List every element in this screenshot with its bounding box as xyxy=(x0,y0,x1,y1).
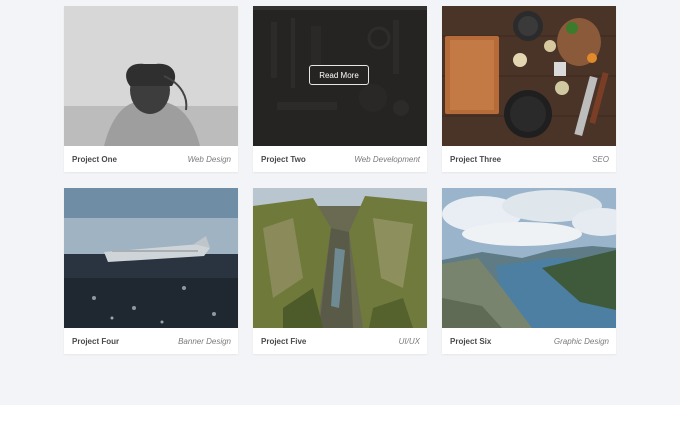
project-thumbnail[interactable] xyxy=(253,188,427,328)
project-category[interactable]: Graphic Design xyxy=(554,337,609,346)
card-caption: Project Six Graphic Design xyxy=(442,328,616,354)
card-caption: Project Three SEO xyxy=(442,146,616,172)
project-category[interactable]: UI/UX xyxy=(399,337,420,346)
read-more-button[interactable]: Read More xyxy=(309,65,369,85)
fjord-photo xyxy=(442,188,616,328)
project-title[interactable]: Project Six xyxy=(450,337,491,346)
project-title[interactable]: Project Four xyxy=(72,337,119,346)
project-thumbnail[interactable]: Read More xyxy=(253,6,427,146)
project-thumbnail[interactable] xyxy=(64,188,238,328)
project-category[interactable]: SEO xyxy=(592,155,609,164)
project-thumbnail[interactable] xyxy=(442,188,616,328)
portfolio-card-6[interactable]: Project Six Graphic Design xyxy=(442,188,616,354)
woman-photo xyxy=(64,6,238,146)
project-title[interactable]: Project Five xyxy=(261,337,306,346)
portfolio-card-5[interactable]: Project Five UI/UX xyxy=(253,188,427,354)
project-thumbnail[interactable] xyxy=(64,6,238,146)
project-category[interactable]: Web Development xyxy=(354,155,420,164)
project-title[interactable]: Project One xyxy=(72,155,117,164)
card-caption: Project Five UI/UX xyxy=(253,328,427,354)
project-category[interactable]: Banner Design xyxy=(178,337,231,346)
project-category[interactable]: Web Design xyxy=(188,155,231,164)
portfolio-card-1[interactable]: Project One Web Design xyxy=(64,6,238,172)
plane-wreck-photo xyxy=(64,188,238,328)
kitchen-flatlay-photo xyxy=(442,6,616,146)
card-caption: Project Two Web Development xyxy=(253,146,427,172)
project-title[interactable]: Project Two xyxy=(261,155,306,164)
canyon-photo xyxy=(253,188,427,328)
project-thumbnail[interactable] xyxy=(442,6,616,146)
portfolio-card-3[interactable]: Project Three SEO xyxy=(442,6,616,172)
portfolio-card-2[interactable]: Read More Project Two Web Development xyxy=(253,6,427,172)
portfolio-card-4[interactable]: Project Four Banner Design xyxy=(64,188,238,354)
project-title[interactable]: Project Three xyxy=(450,155,501,164)
card-caption: Project Four Banner Design xyxy=(64,328,238,354)
card-caption: Project One Web Design xyxy=(64,146,238,172)
